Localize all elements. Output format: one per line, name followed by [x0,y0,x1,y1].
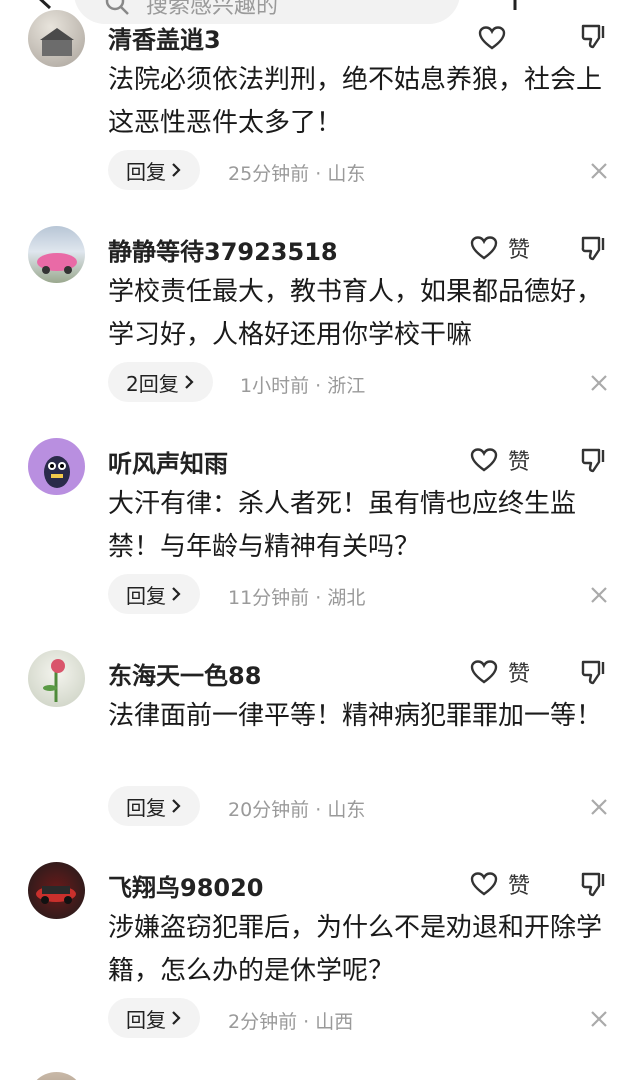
reply-label: 2回复 [126,371,179,396]
like-button[interactable]: 赞 [470,656,530,688]
like-button[interactable]: 赞 [470,868,530,900]
chevron-right-icon [184,375,194,389]
close-icon[interactable] [588,160,610,182]
comment-meta: 2分钟前 · 山西 [228,1011,354,1033]
comment-time: 1小时前 [240,375,310,397]
thumbs-down-icon[interactable] [580,234,608,262]
chevron-right-icon [172,587,181,601]
reply-button[interactable]: 回复 [108,150,200,190]
avatar[interactable] [28,438,85,495]
heart-outline-icon [470,872,498,896]
avatar[interactable] [28,650,85,707]
comment-meta: 1小时前 · 浙江 [240,375,366,397]
close-icon[interactable] [588,372,610,394]
reply-label: 回复 [126,1007,166,1032]
close-icon[interactable] [588,1008,610,1030]
username[interactable]: 东海天一色88 [108,656,261,691]
comment-text: 法律面前一律平等！精神病犯罪罪加一等！ [108,701,603,731]
heart-outline-icon[interactable] [478,26,506,50]
reply-label: 回复 [126,159,166,184]
comment-meta: 25分钟前 · 山东 [228,163,366,185]
comment-location: 山东 [327,163,366,185]
reply-label: 回复 [126,583,166,608]
comment-location: 山东 [327,799,366,821]
thumbs-down-icon[interactable] [580,22,608,50]
comment-item: 东海天一色88 赞 法律面前一律平等！精神病犯罪罪加一等！ 回复 20分钟前 ·… [0,636,640,848]
like-button[interactable]: 赞 [470,444,530,476]
comment-text: 大汗有律：杀人者死！虽有情也应终生监禁！与年龄与精神有关吗？ [108,489,577,562]
heart-outline-icon [470,660,498,684]
comment-text: 学校责任最大，教书育人，如果都品德好，学习好，人格好还用你学校干嘛 [108,277,603,350]
chevron-right-icon [172,163,181,177]
close-icon[interactable] [588,584,610,606]
thumbs-down-icon[interactable] [580,446,608,474]
avatar[interactable] [28,1072,85,1080]
username[interactable]: 飞翔鸟98020 [108,868,264,903]
avatar[interactable] [28,862,85,919]
chevron-right-icon [172,1011,181,1025]
heart-outline-icon [470,448,498,472]
avatar[interactable] [28,10,85,67]
comment-text: 涉嫌盗窃犯罪后，为什么不是劝退和开除学籍，怎么办的是休学呢？ [108,913,603,986]
reply-button[interactable]: 2回复 [108,362,213,402]
comment-item: 清香盖逍3 法院必须依法判刑，绝不姑息养狼，社会上这恶性恶件太多了！ 回复 25… [0,0,640,212]
like-label: 赞 [508,662,531,687]
comment-meta: 11分钟前 · 湖北 [228,587,366,609]
like-label: 赞 [508,874,531,899]
chevron-right-icon [172,799,181,813]
comment-meta: 20分钟前 · 山东 [228,799,366,821]
reply-button[interactable]: 回复 [108,786,200,826]
username[interactable]: 听风声知雨 [108,444,228,479]
comment-location: 山西 [315,1011,354,1033]
comment-time: 25分钟前 [228,163,310,185]
comment-time: 20分钟前 [228,799,310,821]
username[interactable]: 清香盖逍3 [108,20,221,55]
like-button[interactable]: 赞 [470,232,530,264]
comment-time: 2分钟前 [228,1011,298,1033]
comment-item: 静静等待37923518 赞 学校责任最大，教书育人，如果都品德好，学习好，人格… [0,212,640,424]
comment-location: 浙江 [327,375,366,397]
reply-button[interactable]: 回复 [108,998,200,1038]
heart-outline-icon [470,236,498,260]
comment-time: 11分钟前 [228,587,310,609]
thumbs-down-icon[interactable] [580,870,608,898]
comment-item: 听风声知雨 赞 大汗有律：杀人者死！虽有情也应终生监禁！与年龄与精神有关吗？ 回… [0,424,640,636]
username[interactable]: 静静等待37923518 [108,232,338,267]
reply-button[interactable]: 回复 [108,574,200,614]
avatar[interactable] [28,226,85,283]
reply-label: 回复 [126,795,166,820]
comment-location: 湖北 [327,587,366,609]
comment-item: 飞翔鸟98020 赞 涉嫌盗窃犯罪后，为什么不是劝退和开除学籍，怎么办的是休学呢… [0,848,640,1060]
thumbs-down-icon[interactable] [580,658,608,686]
like-label: 赞 [508,238,531,263]
like-label: 赞 [508,450,531,475]
close-icon[interactable] [588,796,610,818]
comment-text: 法院必须依法判刑，绝不姑息养狼，社会上这恶性恶件太多了！ [108,65,603,138]
